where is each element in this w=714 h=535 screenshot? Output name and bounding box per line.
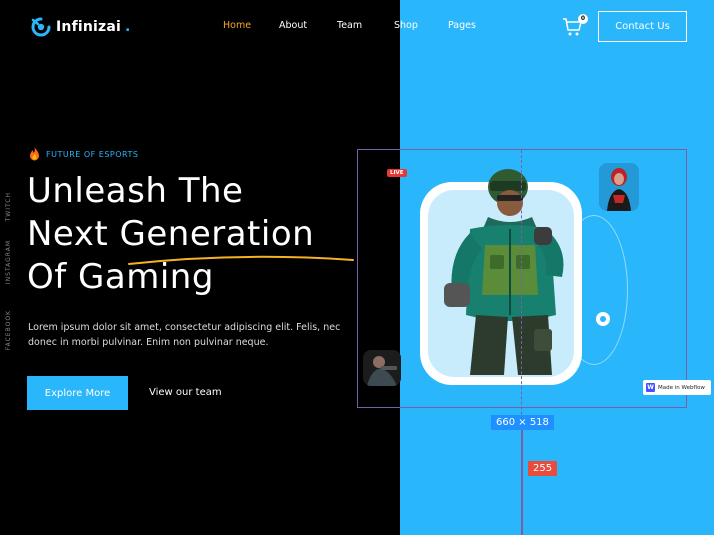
selection-dimension-label: 660 × 518 <box>491 415 554 430</box>
nav-item-team[interactable]: Team <box>337 20 362 31</box>
made-in-webflow-label: Made in Webflow <box>658 384 705 391</box>
explore-more-button[interactable]: Explore More <box>27 376 128 410</box>
nav-item-pages[interactable]: Pages <box>448 20 476 31</box>
nav-item-about[interactable]: About <box>279 20 307 31</box>
webflow-icon: W <box>646 383 655 392</box>
contact-us-button[interactable]: Contact Us <box>598 11 687 42</box>
hero-eyebrow-text: FUTURE OF ESPORTS <box>46 149 139 159</box>
nav-item-shop[interactable]: Shop <box>394 20 418 31</box>
social-link-facebook[interactable]: FACEBOOK <box>5 310 12 350</box>
cart-count-badge: 0 <box>578 14 588 24</box>
selection-bounding-box <box>357 149 687 408</box>
hero-eyebrow: FUTURE OF ESPORTS <box>29 147 139 161</box>
social-link-instagram[interactable]: INSTAGRAM <box>5 240 12 284</box>
hero-headline: Unleash The Next Generation Of Gaming <box>27 170 314 299</box>
brand-logo-icon <box>31 17 51 37</box>
social-link-twitch[interactable]: TWITCH <box>5 192 12 221</box>
made-in-webflow-badge[interactable]: W Made in Webflow <box>643 380 711 395</box>
brand-logo[interactable]: Infinizai. <box>30 16 130 38</box>
brand-name: Infinizai <box>56 19 122 35</box>
view-team-link[interactable]: View our team <box>149 387 222 398</box>
selection-offset-label: 255 <box>528 461 558 476</box>
hero-headline-line-2: Next Generation <box>27 214 315 254</box>
headline-underline-decoration <box>128 255 354 265</box>
brand-dot: . <box>125 19 131 35</box>
hero-headline-line-1: Unleash The <box>27 171 244 211</box>
hero-description: Lorem ipsum dolor sit amet, consectetur … <box>28 322 341 348</box>
nav-item-home[interactable]: Home <box>223 20 251 31</box>
fire-icon <box>30 147 39 161</box>
selection-measure-line <box>521 430 523 535</box>
